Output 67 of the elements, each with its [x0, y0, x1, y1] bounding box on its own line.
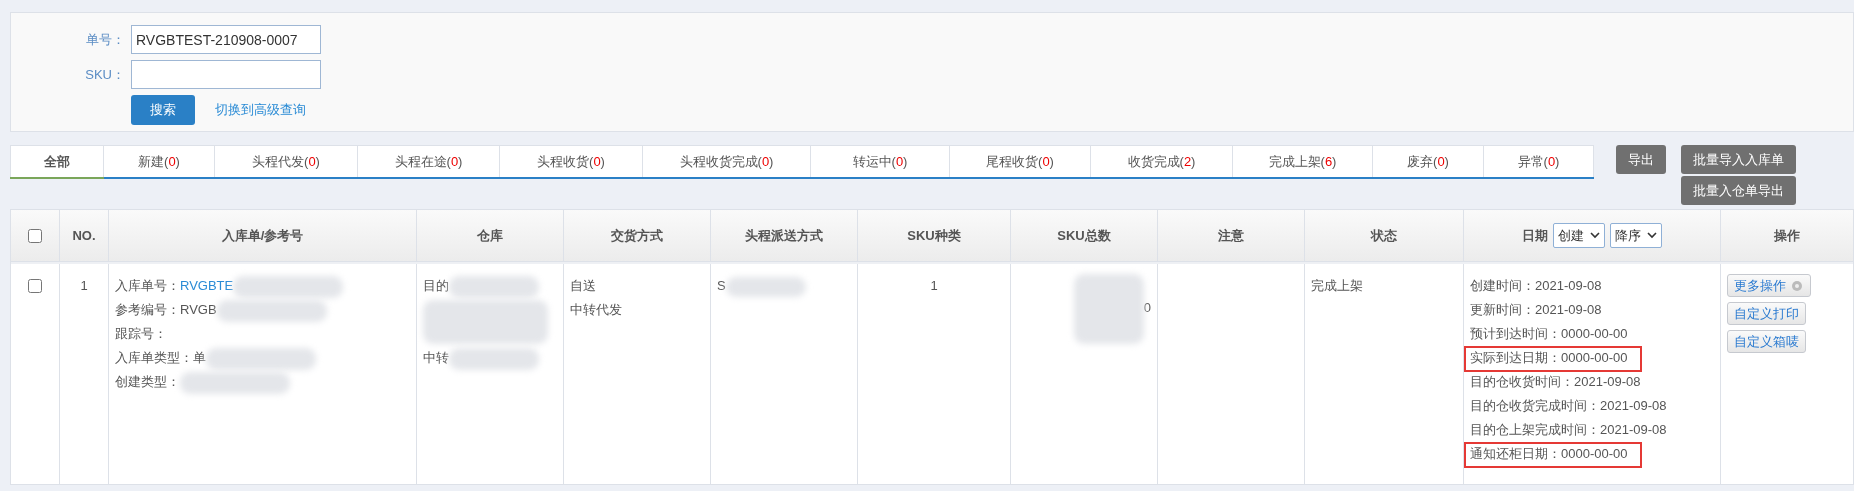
column-header: 注意 [1218, 226, 1244, 245]
column-header: SKU种类 [907, 226, 961, 245]
tab[interactable]: 异常(0) [1484, 145, 1594, 177]
chevron-icon [1647, 232, 1657, 239]
field-value: 单 [193, 350, 206, 365]
column-header: 入库单/参考号 [221, 226, 304, 245]
tab[interactable]: 头程在途(0) [358, 145, 500, 177]
column-header: 交货方式 [611, 226, 663, 245]
field-label: SKU： [84, 65, 126, 84]
column-header: 状态 [1371, 226, 1397, 245]
warehouse-text: 中转 [423, 350, 449, 365]
tab[interactable]: 全部 [10, 145, 104, 177]
delivery-method: 自送 [570, 277, 596, 295]
column-header: NO. [72, 228, 96, 243]
sku-total: 0 [1143, 300, 1151, 316]
date-entry: 通知还柜日期：0000-00-00 [1470, 446, 1628, 461]
tab[interactable]: 收货完成(2) [1091, 145, 1233, 177]
export-button[interactable]: 导出 [1616, 145, 1666, 174]
operation-button[interactable]: 自定义打印 [1727, 302, 1806, 325]
status-text: 完成上架 [1311, 277, 1363, 295]
tab[interactable]: 废弃(0) [1373, 145, 1484, 177]
sku-kinds: 1 [930, 277, 938, 295]
field-value: RVGB [180, 302, 217, 317]
action-button[interactable]: 批量导入入库单 [1681, 145, 1796, 174]
date-entry: 目的仓收货完成时间：2021-09-08 [1470, 398, 1667, 413]
field-label: 创建类型： [115, 374, 180, 389]
date-entry: 实际到达日期：0000-00-00 [1470, 350, 1628, 365]
row-checkbox[interactable] [28, 279, 42, 293]
field-label: 参考编号： [115, 302, 180, 317]
column-header: 日期 [1522, 226, 1548, 245]
advanced-search-link[interactable]: 切换到高级查询 [215, 101, 306, 119]
date-entry: 更新时间：2021-09-08 [1470, 302, 1602, 317]
tab[interactable]: 转运中(0) [811, 145, 950, 177]
tab[interactable]: 头程代发(0) [215, 145, 358, 177]
date-entry: 目的仓收货时间：2021-09-08 [1470, 374, 1641, 389]
tab[interactable]: 完成上架(6) [1233, 145, 1373, 177]
column-header: 操作 [1774, 226, 1800, 245]
select-all-checkbox[interactable] [28, 228, 42, 243]
order-link[interactable]: RVGBTE [180, 278, 234, 293]
operation-button[interactable]: 自定义箱唛 [1727, 330, 1806, 353]
operation-button[interactable]: 更多操作 [1727, 274, 1811, 297]
sort-order-select[interactable]: 降序 [1610, 223, 1662, 248]
column-header: SKU总数 [1057, 226, 1111, 245]
input-field[interactable]: RVGBTEST-210908-0007 [131, 25, 321, 54]
field-label: 入库单类型： [115, 350, 193, 365]
date-entry: 目的仓上架完成时间：2021-09-08 [1470, 422, 1667, 437]
date-field-select[interactable]: 创建 [1553, 223, 1605, 248]
warehouse-text: 目的 [423, 278, 449, 293]
tab[interactable]: 尾程收货(0) [950, 145, 1091, 177]
search-button[interactable]: 搜索 [131, 95, 195, 125]
chevron-icon [1590, 232, 1600, 239]
date-entry: 创建时间：2021-09-08 [1470, 278, 1602, 293]
first-leg-text: S [717, 278, 726, 293]
field-label: 入库单号： [115, 278, 180, 293]
date-entry: 预计到达时间：0000-00-00 [1470, 326, 1628, 341]
delivery-method: 中转代发 [570, 301, 622, 319]
settings-icon [1790, 278, 1804, 293]
tab[interactable]: 头程收货完成(0) [643, 145, 811, 177]
field-label: 单号： [85, 30, 126, 49]
row-number: 1 [80, 277, 88, 295]
tab[interactable]: 头程收货(0) [500, 145, 643, 177]
input-field[interactable] [131, 60, 321, 89]
column-header: 头程派送方式 [745, 226, 823, 245]
column-header: 仓库 [477, 226, 503, 245]
tab[interactable]: 新建(0) [104, 145, 215, 177]
action-button[interactable]: 批量入仓单导出 [1681, 176, 1796, 205]
field-label: 跟踪号： [115, 326, 167, 341]
